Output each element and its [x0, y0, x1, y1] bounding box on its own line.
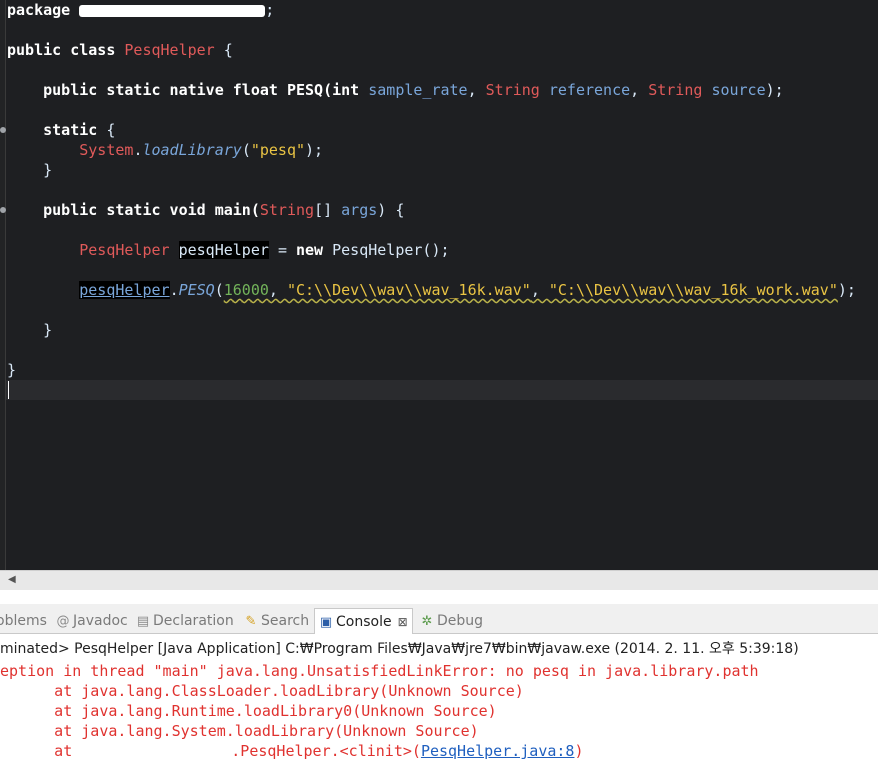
- close-paren: ): [574, 742, 584, 760]
- static-keyword: static: [43, 121, 98, 139]
- statement-end: );: [305, 141, 324, 159]
- code-line-main-decl[interactable]: public static void main(String[] args) {: [7, 200, 404, 220]
- tab-label: Console: [336, 614, 392, 630]
- reference-path-string: "C:\\Dev\\wav\\wav_16k.wav": [286, 281, 531, 299]
- tab-declaration[interactable]: ▤ Declaration: [136, 608, 234, 634]
- console-stack-line: at .PesqHelper.<clinit>(PesqHelper.java:…: [0, 741, 584, 761]
- source-path-string: "C:\\Dev\\wav\\wav_16k_work.wav": [548, 281, 838, 299]
- gutter-divider: [5, 0, 6, 570]
- param-reference: reference: [548, 81, 631, 99]
- open-paren: (: [241, 141, 251, 159]
- comma: ,: [630, 81, 640, 99]
- console-stack-line: at java.lang.ClassLoader.loadLibrary(Unk…: [0, 682, 524, 700]
- stack-frame: .PesqHelper.<clinit>(: [231, 742, 421, 760]
- tab-label: Javadoc: [73, 613, 128, 629]
- tab-label: Declaration: [153, 613, 234, 629]
- close-paren-brace: ) {: [377, 201, 405, 219]
- variable-reference: pesqHelper: [79, 281, 170, 299]
- library-name-string: "pesq": [250, 141, 306, 159]
- native-method-name: PESQ(: [286, 81, 333, 99]
- comma: ,: [467, 81, 477, 99]
- pesq-method-call: PESQ: [178, 281, 215, 299]
- assign-operator: =: [277, 241, 287, 259]
- close-brace: }: [7, 361, 17, 379]
- code-line-static-block[interactable]: static {: [7, 120, 115, 140]
- horizontal-scrollbar[interactable]: ◀: [0, 570, 878, 590]
- debug-icon: ✲: [421, 614, 433, 629]
- console-stack-line: at java.lang.System.loadLibrary(Unknown …: [0, 722, 479, 740]
- close-brace: }: [43, 321, 53, 339]
- param-args: args: [341, 201, 378, 219]
- tab-debug[interactable]: ✲ Debug: [420, 608, 484, 634]
- tab-label: oblems: [0, 613, 47, 629]
- tab-javadoc[interactable]: @ Javadoc: [56, 608, 128, 634]
- tab-label: Search: [261, 613, 310, 629]
- package-keyword: package: [7, 1, 71, 19]
- class-name: PesqHelper: [124, 41, 215, 59]
- string-type: String: [485, 81, 540, 99]
- variable-name-highlighted: pesqHelper: [178, 241, 269, 259]
- code-editor[interactable]: package ; public class PesqHelper { publ…: [0, 0, 878, 570]
- main-method-name: main(: [214, 201, 260, 219]
- open-brace: {: [223, 41, 233, 59]
- console-process-header: minated> PesqHelper [Java Application] C…: [0, 641, 799, 657]
- semicolon: ;: [265, 1, 275, 19]
- declaration-icon: ▤: [136, 614, 150, 629]
- code-line-native-method[interactable]: public static native float PESQ(int samp…: [7, 80, 784, 100]
- string-type: String: [648, 81, 703, 99]
- open-brace: {: [106, 121, 116, 139]
- redacted-package-name: [81, 746, 231, 758]
- search-icon: ✎: [245, 614, 257, 629]
- open-paren: (: [214, 281, 224, 299]
- code-line-package[interactable]: package ;: [7, 0, 274, 20]
- param-source: source: [711, 81, 766, 99]
- main-modifiers: public static void: [43, 201, 206, 219]
- code-line-instantiate[interactable]: PesqHelper pesqHelper = new PesqHelper()…: [7, 240, 450, 260]
- redacted-package-name: [79, 4, 266, 17]
- statement-end: );: [765, 81, 784, 99]
- code-line-static-close[interactable]: }: [7, 160, 52, 180]
- string-type: String: [259, 201, 315, 219]
- statement-end: );: [837, 281, 856, 299]
- tab-console[interactable]: ▣ Console ⊠: [314, 608, 413, 634]
- int-keyword: int: [332, 81, 360, 99]
- dot: .: [169, 281, 179, 299]
- override-marker-icon: [0, 207, 6, 213]
- new-keyword: new: [296, 241, 324, 259]
- tab-label: Debug: [437, 613, 484, 629]
- native-modifiers: public static native float: [43, 81, 278, 99]
- close-brace: }: [43, 161, 53, 179]
- views-tab-bar: oblems @ Javadoc ▤ Declaration ✎ Search ▣ Co…: [0, 604, 878, 634]
- array-brackets: []: [314, 201, 333, 219]
- comma: ,: [530, 281, 540, 299]
- load-library-method: loadLibrary: [142, 141, 242, 159]
- code-line-main-close[interactable]: }: [7, 320, 52, 340]
- comma: ,: [268, 281, 278, 299]
- code-line-class-close[interactable]: }: [7, 360, 16, 380]
- stack-prefix: at: [0, 742, 82, 760]
- javadoc-icon: @: [56, 614, 70, 629]
- code-line-load-library[interactable]: System.loadLibrary("pesq");: [7, 140, 323, 160]
- console-error-line: eption in thread "main" java.lang.Unsati…: [0, 662, 759, 680]
- tab-search[interactable]: ✎ Search: [244, 608, 310, 634]
- current-line-highlight: [6, 380, 878, 400]
- close-icon[interactable]: ⊠: [398, 615, 408, 629]
- console-icon: ▣: [319, 615, 333, 630]
- override-marker-icon: [0, 127, 6, 133]
- variable-type: PesqHelper: [79, 241, 170, 259]
- code-line-pesq-call[interactable]: pesqHelper.PESQ(16000, "C:\\Dev\\wav\\wa…: [7, 280, 856, 300]
- source-link[interactable]: PesqHelper.java:8: [421, 742, 575, 760]
- param-sample-rate: sample_rate: [368, 81, 468, 99]
- class-keywords: public class: [7, 41, 116, 59]
- console-stack-line: at java.lang.Runtime.loadLibrary0(Unknow…: [0, 702, 497, 720]
- text-caret: [8, 381, 9, 399]
- system-class: System: [79, 141, 134, 159]
- sample-rate-number: 16000: [223, 281, 269, 299]
- tab-problems[interactable]: oblems: [0, 608, 47, 634]
- constructor-call: PesqHelper();: [332, 241, 450, 259]
- scroll-left-arrow-icon[interactable]: ◀: [8, 574, 16, 585]
- code-line-class-decl[interactable]: public class PesqHelper {: [7, 40, 233, 60]
